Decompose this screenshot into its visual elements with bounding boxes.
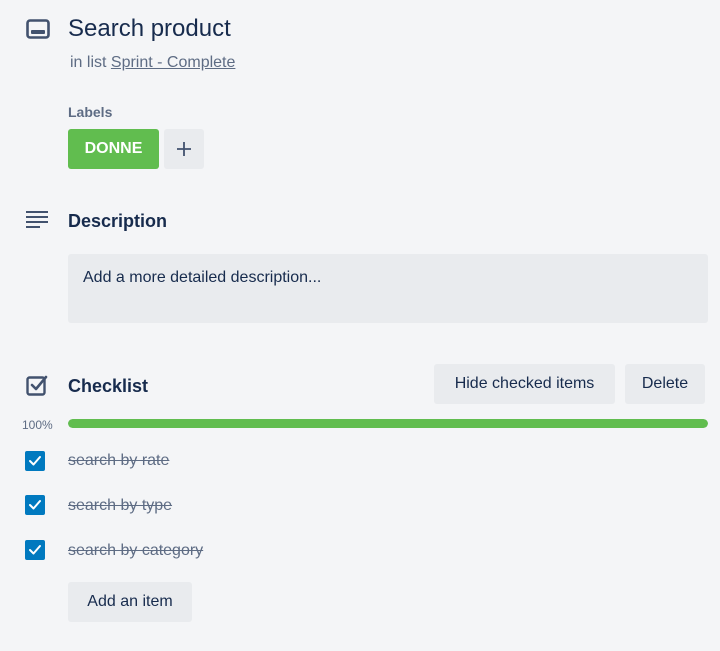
plus-icon bbox=[177, 142, 191, 156]
progress-bar-fill bbox=[68, 419, 708, 428]
checklist-item-text[interactable]: search by type bbox=[68, 496, 172, 516]
list-name-link[interactable]: Sprint - Complete bbox=[111, 54, 236, 71]
checklist-item-text[interactable]: search by rate bbox=[68, 451, 169, 471]
label-done[interactable]: DONNE bbox=[68, 129, 159, 169]
check-icon bbox=[29, 545, 41, 555]
description-icon bbox=[26, 210, 48, 228]
labels-heading: Labels bbox=[68, 104, 113, 120]
checklist-icon bbox=[26, 374, 48, 396]
hide-checked-items-button[interactable]: Hide checked items bbox=[434, 364, 615, 404]
checklist-item-checkbox[interactable] bbox=[25, 495, 45, 515]
progress-bar bbox=[68, 419, 708, 428]
checklist-item-checkbox[interactable] bbox=[25, 540, 45, 560]
in-list-prefix: in list bbox=[70, 54, 107, 71]
card-icon bbox=[26, 19, 50, 39]
delete-checklist-button[interactable]: Delete bbox=[625, 364, 705, 404]
card-title[interactable]: Search product bbox=[68, 14, 231, 44]
check-icon bbox=[29, 456, 41, 466]
add-label-button[interactable] bbox=[164, 129, 204, 169]
description-title: Description bbox=[68, 211, 168, 231]
checklist-item-text[interactable]: search by category bbox=[68, 541, 203, 561]
in-list-text: in list Sprint - Complete bbox=[70, 53, 235, 73]
progress-percent: 100% bbox=[22, 418, 53, 432]
checklist-item-checkbox[interactable] bbox=[25, 451, 45, 471]
check-icon bbox=[29, 500, 41, 510]
checklist-title: Checklist bbox=[68, 376, 149, 396]
description-input[interactable]: Add a more detailed description... bbox=[68, 254, 708, 323]
add-item-button[interactable]: Add an item bbox=[68, 582, 192, 622]
